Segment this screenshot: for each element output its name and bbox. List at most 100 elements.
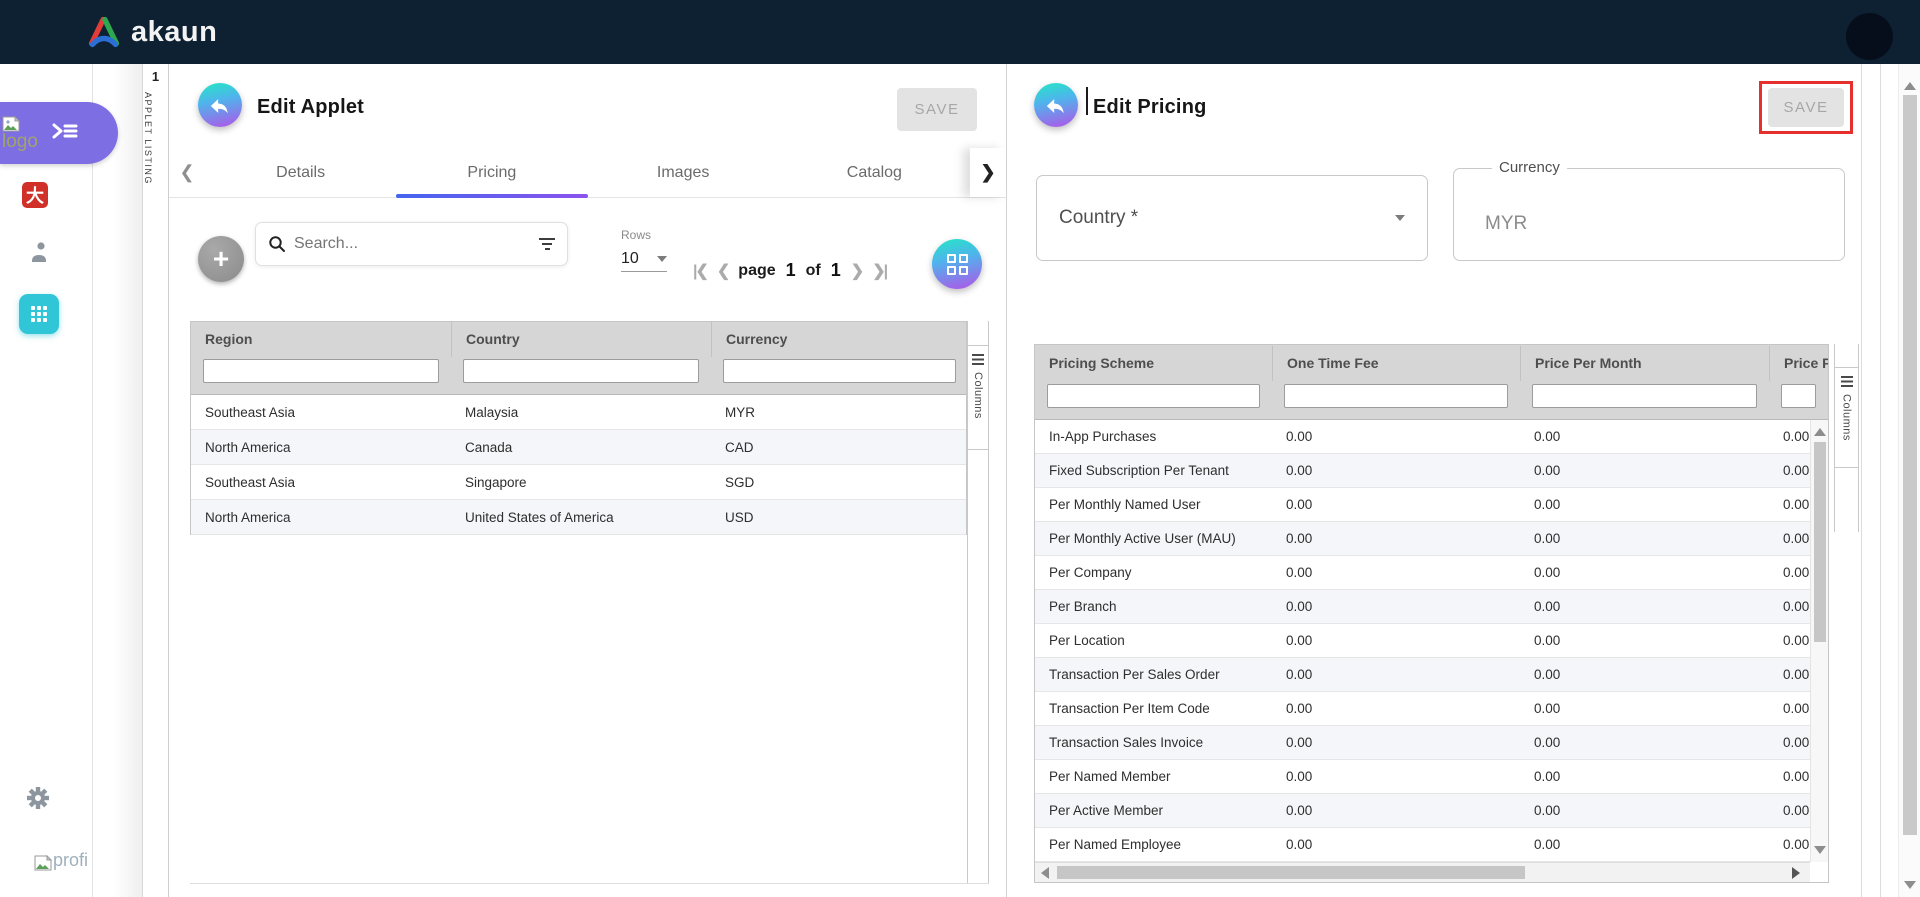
cell-pricing-scheme: Per Company xyxy=(1035,565,1272,580)
scroll-down-arrow-icon[interactable] xyxy=(1814,846,1826,854)
save-button[interactable]: SAVE xyxy=(897,88,977,131)
avatar[interactable] xyxy=(1846,13,1893,60)
chevron-down-icon xyxy=(657,256,667,262)
column-header[interactable]: Price Per Month xyxy=(1520,346,1769,381)
cell-currency: USD xyxy=(711,510,968,525)
column-header[interactable]: Country xyxy=(451,322,711,357)
column-filter-input[interactable] xyxy=(1781,384,1816,408)
filter-icon[interactable] xyxy=(539,238,555,250)
grid-view-button[interactable] xyxy=(932,239,982,289)
user-icon[interactable] xyxy=(28,240,50,264)
sidebar-logo-pill[interactable]: logo xyxy=(0,102,118,164)
column-header[interactable]: Currency xyxy=(711,322,968,357)
cell-price-per-month: 0.00 xyxy=(1520,803,1769,818)
tab-item[interactable]: Catalog xyxy=(779,148,970,197)
table-row[interactable]: Per Company 0.00 0.00 0.00 xyxy=(1035,556,1810,590)
scrollbar-thumb[interactable] xyxy=(1903,95,1917,835)
cell-price-per-month: 0.00 xyxy=(1520,565,1769,580)
column-header[interactable]: One Time Fee xyxy=(1272,346,1520,381)
table-row[interactable]: Per Location 0.00 0.00 0.00 xyxy=(1035,624,1810,658)
table-row[interactable]: Per Monthly Named User 0.00 0.00 0.00 xyxy=(1035,488,1810,522)
cell-pricing-scheme: Per Branch xyxy=(1035,599,1272,614)
cell-one-time-fee: 0.00 xyxy=(1272,769,1520,784)
currency-field[interactable]: Currency MYR xyxy=(1453,168,1845,261)
table-filter-row xyxy=(1035,382,1828,420)
table-row[interactable]: Per Active Member 0.00 0.00 0.00 xyxy=(1035,794,1810,828)
tabs-next-chevron[interactable]: ❯ xyxy=(970,148,1006,197)
add-button[interactable]: + xyxy=(198,236,244,282)
cell-country: Malaysia xyxy=(451,405,711,420)
search-input[interactable] xyxy=(294,235,531,253)
profile-image-broken[interactable]: profi xyxy=(34,850,92,871)
column-filter-input[interactable] xyxy=(1047,384,1260,408)
cell-price-per-month: 0.00 xyxy=(1520,735,1769,750)
column-header[interactable]: Region xyxy=(191,322,451,357)
columns-tab[interactable]: Columns xyxy=(968,346,988,450)
scroll-left-arrow-icon[interactable] xyxy=(1041,867,1049,879)
table-row[interactable]: Southeast Asia Singapore SGD xyxy=(191,465,966,500)
cell-currency: MYR xyxy=(711,405,968,420)
column-filter-input[interactable] xyxy=(723,359,956,383)
cell-price-4: 0.00 xyxy=(1769,463,1810,478)
sidebar-item-app-logo[interactable]: 大 xyxy=(22,182,48,208)
rows-select[interactable]: 10 xyxy=(621,250,667,272)
tab-item[interactable]: Images xyxy=(588,148,779,197)
first-page-icon[interactable]: |❮ xyxy=(693,261,707,281)
collapse-menu-icon[interactable] xyxy=(52,121,78,146)
table-row[interactable]: Per Named Member 0.00 0.00 0.00 xyxy=(1035,760,1810,794)
table-row[interactable]: North America Canada CAD xyxy=(191,430,966,465)
table-row[interactable]: Per Named Employee 0.00 0.00 0.00 xyxy=(1035,828,1810,862)
table-row[interactable]: Transaction Per Sales Order 0.00 0.00 0.… xyxy=(1035,658,1810,692)
cell-price-4: 0.00 xyxy=(1769,633,1810,648)
last-page-icon[interactable]: ❯| xyxy=(872,261,886,281)
table-row[interactable]: North America United States of America U… xyxy=(191,500,966,535)
cell-price-4: 0.00 xyxy=(1769,667,1810,682)
table-row[interactable]: Per Monthly Active User (MAU) 0.00 0.00 … xyxy=(1035,522,1810,556)
cell-one-time-fee: 0.00 xyxy=(1272,429,1520,444)
edit-pricing-panel: Edit Pricing SAVE Country * Currency MYR… xyxy=(1006,64,1880,897)
cell-one-time-fee: 0.00 xyxy=(1272,701,1520,716)
apps-grid-button[interactable] xyxy=(19,294,59,334)
applet-listing-vertical-tab[interactable]: 1 APPLET LISTING xyxy=(143,64,169,897)
scroll-up-arrow-icon[interactable] xyxy=(1904,82,1916,90)
table-row[interactable]: Transaction Per Item Code 0.00 0.00 0.00 xyxy=(1035,692,1810,726)
scroll-down-arrow-icon[interactable] xyxy=(1904,881,1916,889)
page-vertical-scrollbar[interactable] xyxy=(1898,64,1920,897)
scrollbar-thumb[interactable] xyxy=(1814,442,1826,642)
brand-triangle-icon xyxy=(86,16,122,48)
table-row[interactable]: Fixed Subscription Per Tenant 0.00 0.00 … xyxy=(1035,454,1810,488)
column-header[interactable]: Pricing Scheme xyxy=(1035,346,1272,381)
tabs-prev-chevron[interactable]: ❮ xyxy=(169,148,205,197)
back-button[interactable] xyxy=(1034,83,1078,127)
scroll-right-arrow-icon[interactable] xyxy=(1792,867,1800,879)
table-row[interactable]: Southeast Asia Malaysia MYR xyxy=(191,395,966,430)
cell-price-4: 0.00 xyxy=(1769,803,1810,818)
next-page-icon[interactable]: ❯ xyxy=(851,261,862,281)
column-filter-input[interactable] xyxy=(1532,384,1757,408)
scrollbar-thumb[interactable] xyxy=(1057,866,1525,879)
table-row[interactable]: Transaction Sales Invoice 0.00 0.00 0.00 xyxy=(1035,726,1810,760)
save-button[interactable]: SAVE xyxy=(1768,88,1844,127)
table-vertical-scrollbar[interactable] xyxy=(1810,420,1828,862)
table-row[interactable]: In-App Purchases 0.00 0.00 0.00 xyxy=(1035,420,1810,454)
table-body: In-App Purchases 0.00 0.00 0.00 Fixed Su… xyxy=(1035,420,1810,862)
cell-country: Singapore xyxy=(451,475,711,490)
cell-price-per-month: 0.00 xyxy=(1520,531,1769,546)
columns-tab[interactable]: Columns xyxy=(1835,368,1858,468)
column-filter-input[interactable] xyxy=(1284,384,1508,408)
scroll-up-arrow-icon[interactable] xyxy=(1814,428,1826,436)
tab-item[interactable]: Details xyxy=(205,148,396,197)
back-arrow-icon xyxy=(209,96,231,115)
tab-item[interactable]: Pricing xyxy=(396,148,587,197)
table-row[interactable]: Per Branch 0.00 0.00 0.00 xyxy=(1035,590,1810,624)
applet-pricing-country-table: Region Country Currency Southeast Asia M… xyxy=(190,321,967,535)
table-scroll-gutter: Columns xyxy=(967,321,989,884)
back-button[interactable] xyxy=(198,83,242,127)
country-select[interactable]: Country * xyxy=(1036,175,1428,261)
column-filter-input[interactable] xyxy=(463,359,699,383)
settings-gear-icon[interactable] xyxy=(26,786,50,810)
column-header[interactable]: Price Pe xyxy=(1769,346,1828,381)
table-horizontal-scrollbar[interactable] xyxy=(1035,862,1810,882)
column-filter-input[interactable] xyxy=(203,359,439,383)
prev-page-icon[interactable]: ❮ xyxy=(717,261,728,281)
